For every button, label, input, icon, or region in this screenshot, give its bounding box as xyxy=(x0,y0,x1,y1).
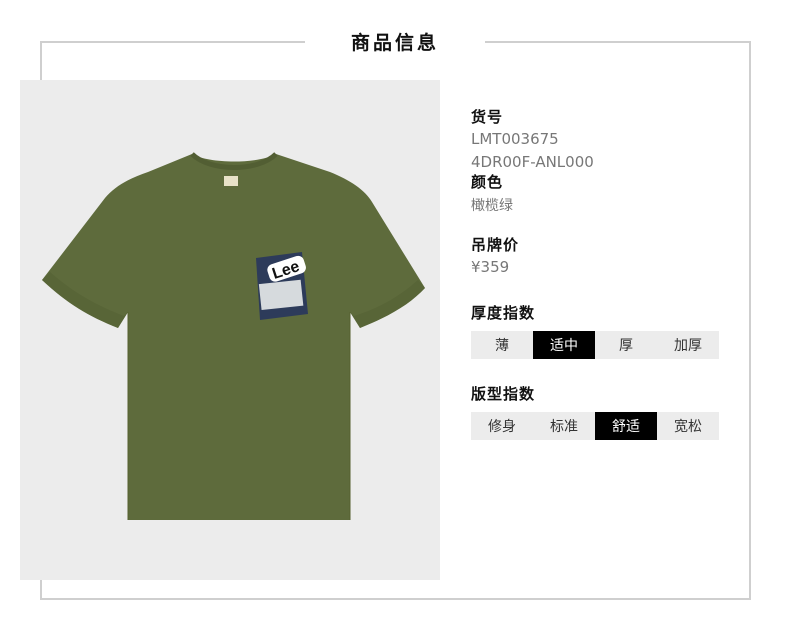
fit-option-slim: 修身 xyxy=(488,419,516,435)
code-value-2: 4DR00F-ANL000 xyxy=(471,153,594,171)
thickness-option-thin: 薄 xyxy=(495,338,509,354)
fit-option-comfort: 舒适 xyxy=(595,412,657,440)
color-label: 颜色 xyxy=(471,173,504,191)
thickness-option-thick: 厚 xyxy=(619,338,633,354)
fit-scale: 修身 标准 舒适 宽松 xyxy=(471,412,719,440)
thickness-label: 厚度指数 xyxy=(471,304,536,322)
fit-option-regular: 标准 xyxy=(550,419,578,435)
price-value: ¥359 xyxy=(471,258,510,276)
fit-option-loose: 宽松 xyxy=(674,419,702,435)
tshirt-illustration: Lee xyxy=(42,152,425,520)
section-title: 商品信息 xyxy=(350,32,439,54)
neck-label xyxy=(224,176,238,186)
thickness-option-medium: 适中 xyxy=(533,331,595,359)
price-label: 吊牌价 xyxy=(471,236,520,254)
thickness-option-extra-thick: 加厚 xyxy=(674,338,702,354)
code-value-1: LMT003675 xyxy=(471,130,559,148)
fit-label: 版型指数 xyxy=(471,385,536,403)
tshirt-body xyxy=(42,154,425,520)
code-label: 货号 xyxy=(471,108,504,126)
product-image: Lee xyxy=(20,80,440,580)
chest-logo-patch: Lee xyxy=(256,252,308,320)
color-value: 橄榄绿 xyxy=(471,198,513,214)
thickness-scale: 薄 适中 厚 加厚 xyxy=(471,331,719,359)
